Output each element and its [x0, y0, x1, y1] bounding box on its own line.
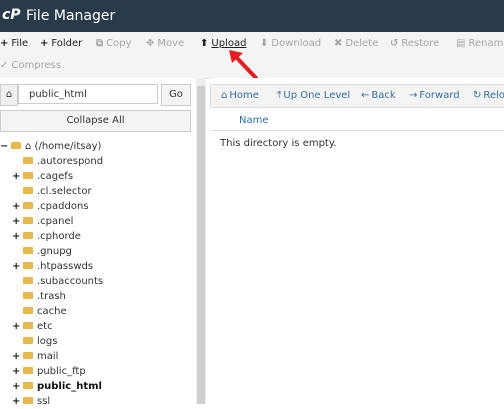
expand-icon[interactable]: +	[12, 215, 20, 229]
plus-icon: +	[40, 38, 49, 49]
tree-item[interactable]: + .cpaddons	[12, 200, 89, 214]
home-dir-button[interactable]: ⌂	[0, 84, 18, 106]
folder-icon	[23, 246, 33, 254]
expand-icon[interactable]: +	[12, 200, 20, 214]
file-list-header: Name	[210, 110, 504, 131]
move-button[interactable]: ✥ Move	[146, 38, 184, 49]
tree-item-selected[interactable]: + public_html	[12, 380, 102, 394]
download-button[interactable]: ⬇ Download	[260, 38, 321, 49]
folder-icon	[23, 366, 33, 374]
reload-button[interactable]: ↻ Relo	[473, 90, 504, 101]
delete-icon: ✖	[334, 38, 343, 49]
expand-icon[interactable]: +	[12, 350, 20, 364]
folder-icon	[23, 276, 33, 284]
forward-button[interactable]: → Forward	[409, 90, 460, 101]
reload-icon: ↻	[473, 90, 482, 101]
rename-button[interactable]: ▤Rename	[456, 38, 504, 49]
tree-item[interactable]: .trash	[12, 290, 66, 304]
folder-icon	[23, 171, 33, 179]
home-icon: ⌂	[25, 141, 32, 152]
compress-icon: ✓	[0, 60, 9, 71]
expand-icon[interactable]: +	[12, 365, 20, 379]
tree-item[interactable]: + ssl	[12, 395, 50, 409]
path-input[interactable]	[18, 84, 158, 104]
folder-icon	[23, 396, 33, 404]
tree-item[interactable]: .autorespond	[12, 155, 103, 169]
expand-icon[interactable]: +	[12, 230, 20, 244]
scrollbar-thumb[interactable]	[197, 86, 205, 404]
folder-icon	[23, 156, 33, 164]
empty-directory-message: This directory is empty.	[220, 138, 337, 149]
tree-item[interactable]: .cl.selector	[12, 185, 92, 199]
tree-item[interactable]: + mail	[12, 350, 58, 364]
expand-icon[interactable]: +	[12, 170, 20, 184]
rename-icon: ▤	[456, 38, 466, 49]
folder-icon	[23, 381, 33, 389]
expand-icon[interactable]: +	[12, 395, 20, 409]
column-header-name[interactable]: Name	[239, 115, 269, 126]
directory-tree-pane: ⌂ Go Collapse All −⌂ (/home/itsay) .auto…	[0, 78, 197, 407]
home-icon: ⌂	[221, 90, 228, 101]
file-list-pane: ⌂ Home ⤒ Up One Level ← Back → Forward ↻ Relo…	[210, 78, 504, 404]
folder-icon	[23, 261, 33, 269]
tree-item[interactable]: + public_ftp	[12, 365, 86, 379]
folder-icon	[23, 216, 33, 224]
tree-item[interactable]: + etc	[12, 320, 53, 334]
up-one-level-button[interactable]: ⤒ Up One Level	[277, 90, 350, 101]
folder-icon	[23, 186, 33, 194]
folder-icon	[23, 321, 33, 329]
tree-item[interactable]: cache	[12, 305, 67, 319]
compress-button[interactable]: ✓ Compress	[0, 60, 61, 71]
copy-icon: ⧉	[96, 38, 104, 49]
tree-item-home[interactable]: − ⌂ (/home/itsay)	[0, 140, 101, 154]
folder-icon	[23, 351, 33, 359]
tree-item[interactable]: + .htpasswds	[12, 260, 93, 274]
tree-item[interactable]: + .cagefs	[12, 170, 73, 184]
title-bar: cP File Manager	[0, 0, 504, 32]
expand-icon[interactable]: +	[12, 380, 20, 394]
move-icon: ✥	[146, 38, 155, 49]
navigation-bar: ⌂ Home ⤒ Up One Level ← Back → Forward ↻ Relo	[210, 84, 504, 108]
tree-item[interactable]: .gnupg	[12, 245, 72, 259]
plus-icon: +	[0, 38, 9, 49]
collapse-toggle-icon[interactable]: −	[0, 140, 8, 154]
tree-item[interactable]: logs	[12, 335, 57, 349]
tree-item[interactable]: .subaccounts	[12, 275, 103, 289]
delete-button[interactable]: ✖ Delete	[334, 38, 378, 49]
app-title: File Manager	[26, 8, 116, 24]
tree-item[interactable]: + .cphorde	[12, 230, 81, 244]
new-file-button[interactable]: + File	[0, 38, 28, 49]
collapse-all-button[interactable]: Collapse All	[0, 110, 191, 132]
restore-button[interactable]: ↺ Restore	[390, 38, 439, 49]
expand-icon[interactable]: +	[12, 320, 20, 334]
folder-icon	[23, 231, 33, 239]
back-button[interactable]: ← Back	[361, 90, 396, 101]
red-arrow-annotation	[229, 50, 258, 80]
up-level-icon: ⤒	[277, 90, 282, 101]
folder-icon	[11, 141, 21, 149]
go-button[interactable]: Go	[161, 84, 191, 106]
upload-icon: ⬆	[200, 38, 209, 49]
arrow-left-icon: ←	[361, 90, 370, 101]
folder-icon	[23, 336, 33, 344]
restore-icon: ↺	[390, 38, 399, 49]
arrow-right-icon: →	[409, 90, 418, 101]
home-nav-button[interactable]: ⌂ Home	[221, 90, 259, 101]
folder-icon	[23, 201, 33, 209]
expand-icon[interactable]: +	[12, 260, 20, 274]
folder-icon	[23, 291, 33, 299]
folder-icon	[23, 306, 33, 314]
tree-scrollbar[interactable]	[196, 78, 206, 404]
tree-item[interactable]: + .cpanel	[12, 215, 73, 229]
home-icon: ⌂	[5, 89, 13, 100]
new-folder-button[interactable]: + Folder	[40, 38, 82, 49]
copy-button[interactable]: ⧉ Copy	[96, 38, 132, 49]
cpanel-logo: cP	[2, 7, 21, 23]
